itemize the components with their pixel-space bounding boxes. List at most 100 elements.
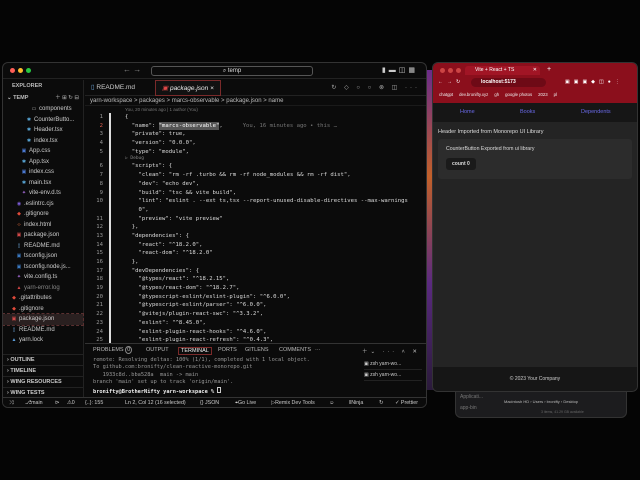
file-item[interactable]: ✱ CounterButto... xyxy=(3,115,83,126)
nav-books-link[interactable]: Books xyxy=(520,109,535,115)
breadcrumb[interactable]: yarn-workspace > packages > marcs-observ… xyxy=(85,96,426,106)
tab-package-json[interactable]: ▣ package.json × xyxy=(155,80,221,96)
sidebar-section[interactable]: › WING RESOURCES xyxy=(3,376,84,387)
window-controls[interactable] xyxy=(440,68,445,73)
go-live-button[interactable]: ⌖ Go Live xyxy=(235,398,256,407)
file-item[interactable]: ◉ .eslintrc.cjs xyxy=(3,199,83,210)
tab-terminal[interactable]: TERMINAL xyxy=(178,347,212,355)
ninja-status[interactable]: ‖ Ninja xyxy=(349,398,363,407)
layout-toggle-icons[interactable]: ▮▬◫▦ xyxy=(382,66,418,74)
copilot-icon[interactable]: ☺ xyxy=(329,398,334,407)
file-item[interactable]: ◆ .gitattributes xyxy=(3,293,83,304)
bookmark[interactable]: 2023 xyxy=(538,92,548,97)
finder-sidebar-item[interactable]: Applicati... xyxy=(460,394,483,400)
bookmark[interactable]: gh xyxy=(494,92,499,97)
window-controls[interactable] xyxy=(456,68,461,73)
file-item[interactable]: ▲ yarn-error.log xyxy=(3,283,83,294)
feedback-icon[interactable]: ↻ xyxy=(379,398,383,407)
nav-dependents-link[interactable]: Dependents xyxy=(581,109,611,115)
cursor-position[interactable]: Ln 2, Col 12 (16 selected) xyxy=(125,398,186,407)
window-controls[interactable] xyxy=(448,68,453,73)
file-item[interactable]: ✦ vite.config.ts xyxy=(3,272,83,283)
code-line: 2 "name": "marcs-observable", You, 16 min… xyxy=(99,121,337,131)
react-file-icon: ✱ xyxy=(26,127,32,133)
new-tab-button[interactable]: + xyxy=(547,66,551,73)
file-item[interactable]: ✱ index.tsx xyxy=(3,136,83,147)
terminal-session[interactable]: ▣ zsh yarn-wo... xyxy=(364,359,422,370)
tab-comments[interactable]: COMMENTS xyxy=(279,347,311,353)
react-file-icon: ✱ xyxy=(21,158,27,165)
minimize-window-button[interactable] xyxy=(18,68,23,73)
code-line: 6 "scripts": { xyxy=(99,162,173,172)
close-tab-icon[interactable]: × xyxy=(210,85,214,92)
code-line: 15 "react-dom": "^18.2.0" xyxy=(96,249,213,258)
tab-problems[interactable]: PROBLEMS 0 xyxy=(93,346,133,354)
tab-output[interactable]: OUTPUT xyxy=(146,347,169,353)
file-item[interactable]: ▯ README.md xyxy=(3,241,83,252)
bookmark[interactable]: dev.bronifty.xyz xyxy=(459,92,488,97)
file-item[interactable]: ▣ package.json xyxy=(3,230,83,241)
address-bar[interactable]: localhost:5173 xyxy=(471,78,546,87)
file-item[interactable]: ▣ App.css xyxy=(3,146,83,157)
json-file-icon: ▣ xyxy=(11,316,17,322)
file-item[interactable]: ◆ .gitignore xyxy=(3,304,83,315)
file-item[interactable]: ✱ Header.tsx xyxy=(3,125,83,136)
blame-header[interactable]: You, 20 minutes ago | 1 author (You) xyxy=(85,106,426,113)
tab-gitlens[interactable]: GITLENS xyxy=(245,347,269,353)
file-item[interactable]: ✱ App.tsx xyxy=(3,157,83,168)
extension-icons[interactable]: ▣▣▣◆◫●⋮ xyxy=(565,79,624,85)
json-icon: ▣ xyxy=(162,85,170,92)
file-item[interactable]: ▭ components xyxy=(3,104,83,115)
close-tab-icon[interactable]: ✕ xyxy=(533,66,537,75)
remote-icon[interactable]: ⤨ xyxy=(9,398,13,407)
bookmark[interactable]: pl xyxy=(554,92,557,97)
browser-tab[interactable]: Vite + React + TS ✕ xyxy=(465,66,540,75)
prettier-status[interactable]: ✓ Prettier xyxy=(395,398,418,407)
sync-icon[interactable]: ⊳ xyxy=(55,398,59,407)
branch-status[interactable]: ⎇ main xyxy=(25,398,43,407)
file-item[interactable]: ▯ README.md xyxy=(3,325,83,336)
braces-status[interactable]: {..}: 155 xyxy=(85,398,103,407)
tab-ports[interactable]: PORTS xyxy=(218,347,237,353)
command-center-search[interactable]: ⌕ temp xyxy=(151,66,313,76)
file-item[interactable]: ✱ main.tsx xyxy=(3,178,83,189)
vite-file-icon: ✦ xyxy=(16,274,22,280)
editor-actions-icons[interactable]: ↻ ◇ ○ ○ ⊗ ◫ ··· xyxy=(331,84,420,91)
bookmark[interactable]: chatgpt xyxy=(439,92,453,97)
maximize-window-button[interactable] xyxy=(26,68,31,73)
file-item[interactable]: ‹› index.html xyxy=(3,220,83,231)
file-item[interactable]: ▣ index.css xyxy=(3,167,83,178)
tab-readme[interactable]: ▯ README.md xyxy=(85,80,141,96)
warnings-status[interactable]: ⚠ 0 xyxy=(67,398,75,407)
react-file-icon: ✱ xyxy=(21,179,27,186)
file-item[interactable]: ▲ yarn.lock xyxy=(3,335,83,346)
finder-sidebar-item[interactable]: app-bin xyxy=(460,405,483,411)
panel-actions-icons[interactable]: ＋⌄ ··· ˄ ✕ xyxy=(362,347,420,355)
panel-tabs: PROBLEMS 0 OUTPUT TERMINAL PORTS GITLENS… xyxy=(85,344,426,357)
explorer-root-folder[interactable]: ⌄ TEMP ＋ ⊞ ↻ ⊟ xyxy=(3,92,83,104)
browser-nav-icons[interactable]: ←→↻ xyxy=(438,79,464,85)
language-mode[interactable]: {} JSON xyxy=(200,398,219,407)
page-footer: © 2023 Your Company xyxy=(433,367,637,391)
remix-dev-tools-button[interactable]: ▷ Remix Dev Tools xyxy=(271,398,315,407)
file-item[interactable]: ◆ .gitignore xyxy=(3,209,83,220)
sidebar-section[interactable]: › TIMELINE xyxy=(3,365,84,376)
file-item[interactable]: ✦ vite-env.d.ts xyxy=(3,188,83,199)
json-file-icon: ▣ xyxy=(16,232,22,238)
code-line: 21 "@typescript-eslint/parser": "^6.0.0"… xyxy=(96,301,267,311)
nav-back-forward-icon[interactable]: ← → xyxy=(123,65,141,74)
sidebar-section[interactable]: › OUTLINE xyxy=(3,354,84,365)
close-window-button[interactable] xyxy=(10,68,15,73)
count-button[interactable]: count 0 xyxy=(446,158,476,170)
nav-home-link[interactable]: Home xyxy=(460,109,475,115)
code-line: 18 "@types/react": "^18.2.15", xyxy=(96,275,230,285)
more-icon[interactable]: ··· xyxy=(315,347,321,353)
terminal-session[interactable]: ▣ zsh yarn-wo... xyxy=(364,370,422,381)
file-item[interactable]: ▣ package.json xyxy=(3,313,84,326)
bookmark[interactable]: google photos xyxy=(505,92,532,97)
file-item[interactable]: ▣ tsconfig.node.js... xyxy=(3,262,83,273)
code-editor[interactable]: 1{2 "name": "marcs-observable", You, 16 m… xyxy=(85,113,426,345)
file-item[interactable]: ▣ tsconfig.json xyxy=(3,251,83,262)
code-line: 12 }, xyxy=(96,223,139,232)
explorer-actions-icons[interactable]: ＋ ⊞ ↻ ⊟ xyxy=(55,92,79,104)
